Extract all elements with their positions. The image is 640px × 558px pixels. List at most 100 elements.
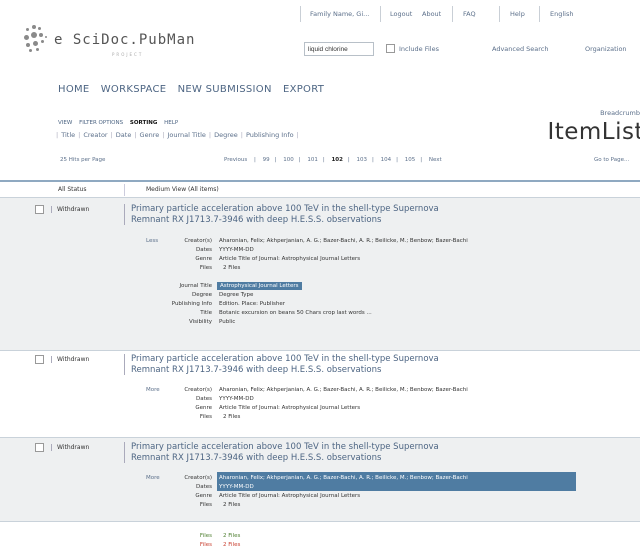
faq-link[interactable]: FAQ	[463, 10, 476, 18]
page-title: ItemList	[547, 119, 640, 145]
journal-title-value: Astrophysical Journal Letters	[217, 282, 302, 290]
list-header: All Status Medium View (All items)	[0, 182, 640, 196]
genre-value: Article Title of Journal: Astrophysical …	[219, 256, 361, 262]
logo-dots-icon	[24, 24, 52, 54]
genre-value: Article Title of Journal: Astrophysical …	[219, 493, 361, 499]
item-checkbox[interactable]	[35, 205, 44, 214]
visibility-value: Public	[219, 319, 236, 325]
creators-value: Aharonian, Felix; Akhperjanian, A. G.; B…	[219, 387, 468, 393]
logo[interactable]: e SciDoc.PubMan PROJECT	[24, 22, 244, 58]
list-item: Withdrawn Primary particle acceleration …	[0, 351, 640, 437]
dates-label: Dates	[195, 396, 212, 402]
previous-page-link[interactable]: Previous	[224, 157, 247, 163]
creators-label: Creator(s)	[184, 238, 212, 244]
item-title-link[interactable]: Primary particle acceleration above 100 …	[124, 442, 484, 463]
breadcrumb[interactable]: Breadcrumb	[600, 109, 640, 117]
top-bar: Family Name, Gi... Logout About FAQ Help…	[300, 0, 640, 36]
dates-value: YYYY-MM-DD	[219, 396, 254, 402]
language-link[interactable]: English	[550, 10, 573, 18]
divider	[499, 6, 500, 22]
creators-value: Aharonian, Felix; Akhperjanian, A. G.; B…	[219, 475, 468, 481]
dates-label: Dates	[195, 247, 212, 253]
logo-subtitle: PROJECT	[112, 52, 144, 57]
dates-value: YYYY-MM-DD	[219, 247, 254, 253]
files-value[interactable]: 2 Files	[223, 502, 240, 508]
sort-publishing-info[interactable]: Publishing Info	[246, 131, 294, 139]
main-nav: HOME WORKSPACE NEW SUBMISSION EXPORT	[58, 84, 332, 95]
genre-label: Genre	[195, 256, 212, 262]
user-name-link[interactable]: Family Name, Gi...	[310, 10, 369, 18]
publishing-info-value: Edition. Place: Publisher	[219, 301, 285, 307]
submenu-filter-options[interactable]: FILTER OPTIONS	[79, 120, 123, 126]
files-label: Files	[199, 265, 212, 271]
creators-label: Creator(s)	[184, 387, 212, 393]
journal-title-label: Journal Title	[179, 283, 212, 289]
nav-workspace[interactable]: WORKSPACE	[101, 84, 167, 95]
divider	[452, 6, 453, 22]
about-link[interactable]: About	[422, 10, 441, 18]
pagination: Previous | 99 | 100 | 101 | 102 | 103 | 104 | …	[224, 157, 442, 163]
sub-menu: VIEW FILTER OPTIONS SORTING HELP	[58, 120, 183, 126]
item-checkbox[interactable]	[35, 355, 44, 364]
files-value[interactable]: 2 Files	[223, 533, 240, 539]
creators-value: Aharonian, Felix; Akhperjanian, A. G.; B…	[219, 238, 468, 244]
page-link[interactable]: 105	[405, 157, 416, 163]
page-link[interactable]: 101	[307, 157, 318, 163]
sort-journal-title[interactable]: Journal Title	[167, 131, 205, 139]
sort-creator[interactable]: Creator	[83, 131, 107, 139]
item-title-link[interactable]: Primary particle acceleration above 100 …	[124, 204, 484, 225]
include-files-checkbox[interactable]	[386, 44, 395, 53]
genre-label: Genre	[195, 493, 212, 499]
help-link[interactable]: Help	[510, 10, 525, 18]
list-item: Files 2 Files Files 2 Files	[0, 522, 640, 558]
sort-degree[interactable]: Degree	[214, 131, 238, 139]
include-files-label: Include Files	[399, 45, 439, 53]
submenu-view[interactable]: VIEW	[58, 120, 72, 126]
files-label: Files	[199, 533, 212, 539]
logout-link[interactable]: Logout	[390, 10, 412, 18]
advanced-search-link[interactable]: Advanced Search	[492, 45, 549, 53]
submenu-sorting[interactable]: SORTING	[130, 120, 158, 126]
paging-bar: 25 Hits per Page Previous | 99 | 100 | 101…	[0, 157, 640, 167]
page-link[interactable]: 104	[381, 157, 392, 163]
sort-title[interactable]: Title	[61, 131, 75, 139]
item-checkbox[interactable]	[35, 443, 44, 452]
hits-per-page-select[interactable]: 25 Hits per Page	[60, 157, 105, 163]
files-value[interactable]: 2 Files	[223, 265, 240, 271]
divider	[539, 6, 540, 22]
visibility-label: Visibility	[188, 319, 212, 325]
current-page: 102	[331, 157, 343, 163]
list-item: Withdrawn Primary particle acceleration …	[0, 438, 640, 521]
sort-genre[interactable]: Genre	[140, 131, 160, 139]
nav-home[interactable]: HOME	[58, 84, 90, 95]
divider	[124, 184, 125, 196]
page-link[interactable]: 103	[357, 157, 368, 163]
files-label: Files	[199, 414, 212, 420]
page-link[interactable]: 99	[263, 157, 270, 163]
view-select[interactable]: Medium View (All items)	[146, 186, 219, 193]
creators-label: Creator(s)	[184, 475, 212, 481]
title-value: Botanic excursion on beans 50 Chars crop…	[219, 310, 372, 316]
go-to-page-link[interactable]: Go to Page...	[594, 157, 629, 163]
search-input[interactable]	[304, 42, 374, 56]
logo-text: e SciDoc.PubMan	[54, 32, 196, 48]
sort-options: | Title | Creator | Date | Genre | Journal Title |…	[56, 131, 299, 139]
nav-new-submission[interactable]: NEW SUBMISSION	[178, 84, 272, 95]
files-value[interactable]: 2 Files	[223, 542, 240, 548]
files-label: Files	[199, 542, 212, 548]
submenu-help[interactable]: HELP	[164, 120, 178, 126]
nav-export[interactable]: EXPORT	[283, 84, 324, 95]
files-value[interactable]: 2 Files	[223, 414, 240, 420]
next-page-link[interactable]: Next	[429, 157, 442, 163]
item-title-link[interactable]: Primary particle acceleration above 100 …	[124, 354, 484, 375]
title-label: Title	[200, 310, 212, 316]
organization-link[interactable]: Organization	[585, 45, 627, 53]
degree-label: Degree	[191, 292, 212, 298]
page-link[interactable]: 100	[283, 157, 294, 163]
status-filter-select[interactable]: All Status	[58, 186, 86, 193]
sort-date[interactable]: Date	[116, 131, 132, 139]
publishing-info-label: Publishing Info	[171, 301, 212, 307]
files-label: Files	[199, 502, 212, 508]
dates-value: YYYY-MM-DD	[219, 484, 254, 490]
item-status: Withdrawn	[51, 206, 89, 213]
